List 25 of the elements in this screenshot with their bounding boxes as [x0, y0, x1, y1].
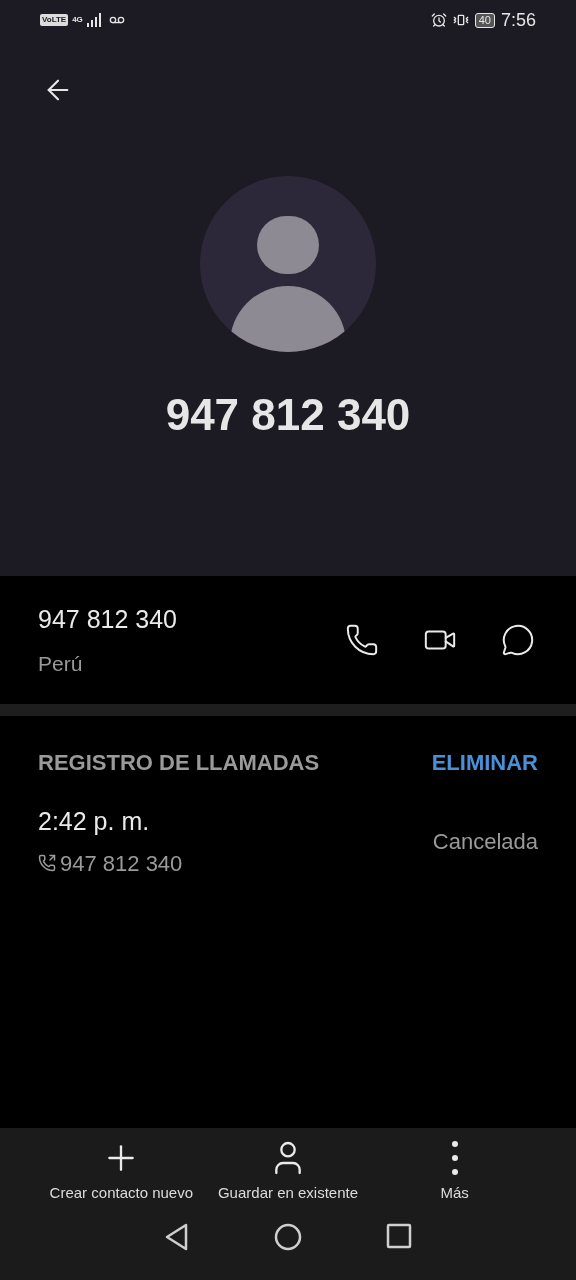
more-icon [451, 1141, 458, 1175]
phone-icon [345, 623, 379, 657]
chat-bubble-icon [501, 623, 535, 657]
clock: 7:56 [500, 8, 536, 32]
delete-link[interactable]: ELIMINAR [431, 746, 538, 779]
battery-indicator: 40 [474, 12, 495, 28]
nav-recents-icon[interactable] [386, 1222, 412, 1249]
contact-number: 947 812 340 [164, 389, 412, 441]
toolbar-button[interactable]: Crear contacto nuevo [38, 1138, 205, 1205]
call-time: 2:42 p. m. [38, 806, 151, 837]
call-status: Cancelada [432, 827, 538, 856]
location: Perú [38, 651, 84, 677]
signal-icon [86, 13, 101, 27]
nav-back-icon[interactable] [164, 1222, 190, 1251]
call-number: 947 812 340 [60, 849, 183, 878]
network-type: 4G [72, 16, 83, 24]
toolbar-button[interactable]: Más [371, 1138, 538, 1205]
outgoing-call-icon [38, 854, 56, 872]
vibrate-icon [452, 12, 469, 28]
alarm-icon [430, 12, 447, 28]
phone-number: 947 812 340 [38, 603, 178, 635]
toolbar-button[interactable]: Guardar en existente [204, 1138, 372, 1205]
section-heading: REGISTRO DE LLAMADAS [38, 749, 320, 777]
nav-home-icon[interactable] [274, 1222, 302, 1251]
volte-badge: VoLTE [40, 14, 69, 26]
